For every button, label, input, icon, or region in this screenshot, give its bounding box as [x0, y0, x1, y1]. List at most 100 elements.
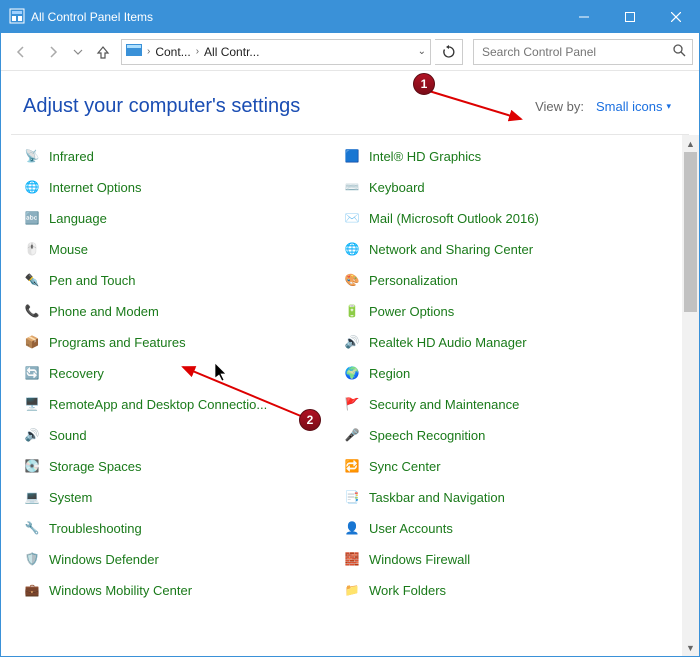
cp-item-windows-firewall[interactable]: 🧱Windows Firewall [343, 548, 663, 570]
breadcrumb-seg1[interactable]: Cont... [155, 45, 190, 59]
items-area: 📡Infrared 🌐Internet Options 🔤Language 🖱️ Mou… [1, 135, 699, 656]
cp-item-recovery[interactable]: 🔄Recovery [23, 362, 343, 384]
recovery-icon: 🔄 [23, 364, 41, 382]
cp-item-system[interactable]: 💻 System [23, 486, 343, 508]
breadcrumb-seg2[interactable]: All Contr... [204, 45, 259, 59]
remoteapp-icon: 🖥️ [23, 395, 41, 413]
taskbar-nav-icon: 📑 [343, 488, 361, 506]
up-button[interactable] [89, 38, 117, 66]
cp-item-label: Phone and Modem [49, 304, 159, 319]
mouse-cursor-icon [215, 363, 229, 383]
cp-item-label: Mail (Microsoft Outlook 2016) [369, 211, 539, 226]
scroll-down-arrow[interactable]: ▼ [682, 639, 699, 656]
cp-item-taskbar-nav[interactable]: 📑Taskbar and Navigation [343, 486, 663, 508]
control-panel-crumb-icon [126, 44, 142, 59]
cp-item-label: Windows Mobility Center [49, 583, 192, 598]
intel-hd-graphics-icon: 🟦 [343, 147, 361, 165]
cp-item-power-options[interactable]: 🔋Power Options [343, 300, 663, 322]
cp-item-sound[interactable]: 🔊 Sound [23, 424, 343, 446]
maximize-button[interactable] [607, 1, 653, 33]
chevron-right-icon: › [194, 46, 201, 57]
cp-item-sync-center[interactable]: 🔁Sync Center [343, 455, 663, 477]
cp-item-label: Realtek HD Audio Manager [369, 335, 527, 350]
cp-item-realtek-audio[interactable]: 🔊Realtek HD Audio Manager [343, 331, 663, 353]
sync-center-icon: 🔁 [343, 457, 361, 475]
phone-and-modem-icon: 📞 [23, 302, 41, 320]
search-input[interactable] [480, 44, 672, 60]
cp-item-storage-spaces[interactable]: 💽Storage Spaces [23, 455, 343, 477]
cp-item-work-folders[interactable]: 📁Work Folders [343, 579, 663, 601]
cp-item-troubleshooting[interactable]: 🔧Troubleshooting [23, 517, 343, 539]
recent-dropdown[interactable] [71, 38, 85, 66]
cp-item-windows-mobility[interactable]: 💼Windows Mobility Center [23, 579, 343, 601]
infrared-icon: 📡 [23, 147, 41, 165]
cp-item-network-sharing[interactable]: 🌐Network and Sharing Center [343, 238, 663, 260]
mouse-icon: 🖱️ [23, 240, 41, 258]
address-bar[interactable]: › Cont... › All Contr... ⌄ [121, 39, 431, 65]
windows-firewall-icon: 🧱 [343, 550, 361, 568]
cp-item-label: System [49, 490, 92, 505]
work-folders-icon: 📁 [343, 581, 361, 599]
cp-item-pen-and-touch[interactable]: ✒️Pen and Touch [23, 269, 343, 291]
cp-item-region[interactable]: 🌍 Region [343, 362, 663, 384]
close-button[interactable] [653, 1, 699, 33]
chevron-down-icon: ▾ [666, 101, 671, 112]
forward-button[interactable] [39, 38, 67, 66]
annotation-badge-1: 1 [413, 73, 435, 95]
cp-item-infrared[interactable]: 📡Infrared [23, 145, 343, 167]
network-sharing-icon: 🌐 [343, 240, 361, 258]
chevron-right-icon: › [145, 46, 152, 57]
cp-item-windows-defender[interactable]: 🛡️Windows Defender [23, 548, 343, 570]
viewby-label: View by: [535, 99, 584, 114]
cp-item-label: User Accounts [369, 521, 453, 536]
minimize-button[interactable] [561, 1, 607, 33]
cp-item-label: Sound [49, 428, 87, 443]
security-maintenance-icon: 🚩 [343, 395, 361, 413]
sound-icon: 🔊 [23, 426, 41, 444]
system-icon: 💻 [23, 488, 41, 506]
titlebar: All Control Panel Items [1, 1, 699, 33]
scroll-up-arrow[interactable]: ▲ [682, 135, 699, 152]
cp-item-label: Intel® HD Graphics [369, 149, 481, 164]
cp-item-label: Troubleshooting [49, 521, 142, 536]
refresh-button[interactable] [435, 39, 463, 65]
cp-item-speech-recognition[interactable]: 🎤Speech Recognition [343, 424, 663, 446]
personalization-icon: 🎨 [343, 271, 361, 289]
cp-item-label: Speech Recognition [369, 428, 485, 443]
window: All Control Panel Items › Cont... › All … [0, 0, 700, 657]
scroll-track[interactable] [682, 152, 699, 639]
viewby-dropdown[interactable]: Small icons ▾ [596, 99, 671, 114]
cp-item-personalization[interactable]: 🎨 Personalization [343, 269, 663, 291]
cp-item-remoteapp[interactable]: 🖥️RemoteApp and Desktop Connectio... [23, 393, 343, 415]
cp-item-programs-and-features[interactable]: 📦Programs and Features [23, 331, 343, 353]
cp-item-user-accounts[interactable]: 👤User Accounts [343, 517, 663, 539]
cp-item-keyboard[interactable]: ⌨️Keyboard [343, 176, 663, 198]
vertical-scrollbar[interactable]: ▲ ▼ [682, 135, 699, 656]
cp-item-internet-options[interactable]: 🌐Internet Options [23, 176, 343, 198]
power-options-icon: 🔋 [343, 302, 361, 320]
viewby-value: Small icons [596, 99, 662, 114]
items-column-left: 📡Infrared 🌐Internet Options 🔤Language 🖱️ Mou… [23, 145, 343, 656]
cp-item-mail[interactable]: ✉️ Mail (Microsoft Outlook 2016) [343, 207, 663, 229]
region-icon: 🌍 [343, 364, 361, 382]
address-dropdown-icon[interactable]: ⌄ [418, 46, 426, 57]
windows-defender-icon: 🛡️ [23, 550, 41, 568]
content: Adjust your computer's settings View by:… [1, 71, 699, 656]
items-column-right: 🟦 Intel® HD Graphics ⌨️Keyboard ✉️ Mail (Mic… [343, 145, 663, 656]
cp-item-phone-and-modem[interactable]: 📞 Phone and Modem [23, 300, 343, 322]
cp-item-language[interactable]: 🔤Language [23, 207, 343, 229]
scroll-thumb[interactable] [684, 152, 697, 312]
search-box[interactable] [473, 39, 693, 65]
cp-item-label: Region [369, 366, 410, 381]
mail-icon: ✉️ [343, 209, 361, 227]
search-icon[interactable] [672, 43, 686, 60]
cp-item-security-maintenance[interactable]: 🚩 Security and Maintenance [343, 393, 663, 415]
cp-item-intel-hd-graphics[interactable]: 🟦 Intel® HD Graphics [343, 145, 663, 167]
cp-item-label: Mouse [49, 242, 88, 257]
cp-item-label: Personalization [369, 273, 458, 288]
back-button[interactable] [7, 38, 35, 66]
page-heading: Adjust your computer's settings [23, 95, 535, 118]
cp-item-mouse[interactable]: 🖱️ Mouse [23, 238, 343, 260]
cp-item-label: Security and Maintenance [369, 397, 519, 412]
control-panel-icon [9, 8, 25, 27]
